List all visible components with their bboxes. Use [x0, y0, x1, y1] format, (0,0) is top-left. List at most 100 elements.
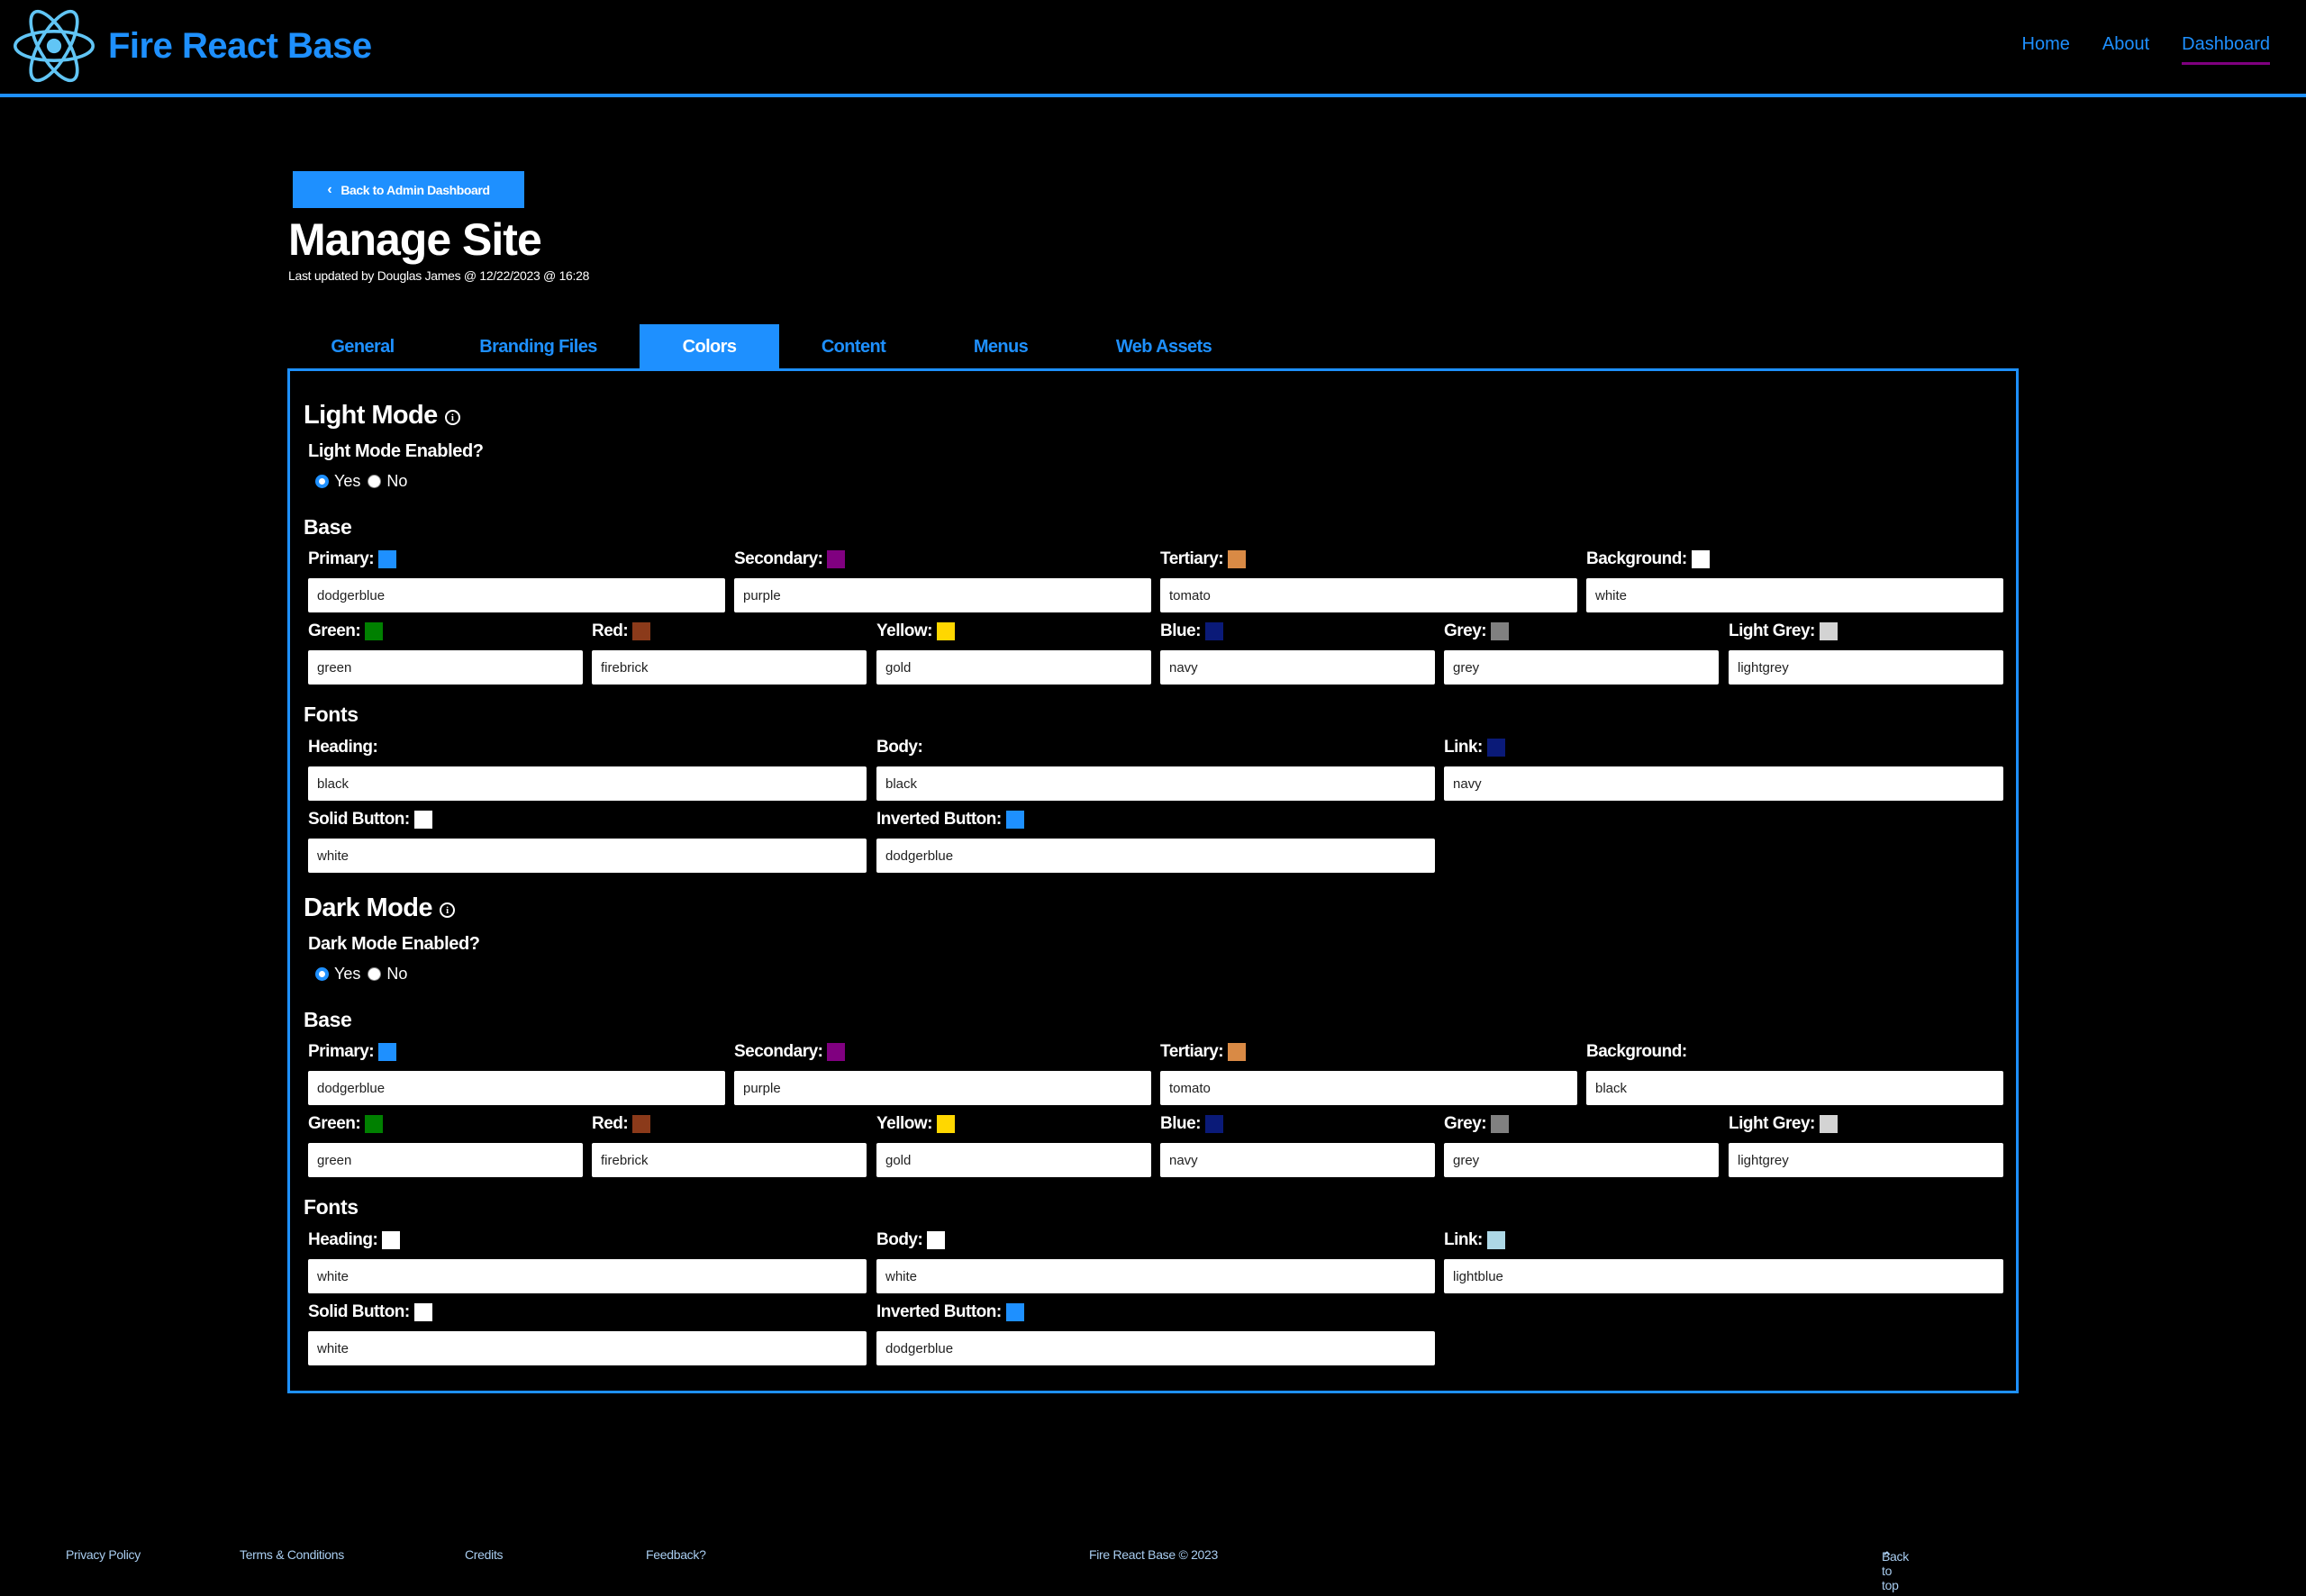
color-swatch-icon: [1491, 622, 1510, 640]
dark-mode-no-radio[interactable]: No: [368, 965, 407, 984]
tab-branding-files[interactable]: Branding Files: [437, 324, 640, 369]
brand[interactable]: Fire React Base: [9, 5, 372, 86]
color-swatch-icon: [413, 811, 432, 829]
light-background-input[interactable]: [1586, 578, 2003, 612]
field-label: Background:: [1586, 549, 1687, 568]
dark-yellow-input[interactable]: [876, 1143, 1151, 1177]
light-red-field: Red:: [592, 620, 867, 685]
light-link-font-input[interactable]: [1444, 766, 2003, 801]
light-mode-yes-radio[interactable]: Yes: [315, 472, 360, 491]
dark-lightgrey-input[interactable]: [1729, 1143, 2003, 1177]
radio-label: Yes: [334, 472, 361, 490]
footer-feedback-link[interactable]: Feedback?: [646, 1547, 706, 1562]
light-lightgrey-input[interactable]: [1729, 650, 2003, 685]
footer-terms-link[interactable]: Terms & Conditions: [240, 1547, 344, 1562]
dark-primary-field: Primary:: [308, 1040, 725, 1105]
radio-checked-icon: [315, 475, 329, 488]
field-label: Light Grey:: [1729, 621, 1815, 640]
field-label: Link:: [1444, 738, 1483, 757]
field-label: Background:: [1586, 1042, 1687, 1061]
tab-web-assets[interactable]: Web Assets: [1074, 324, 1254, 369]
light-solid-button-field: Solid Button:: [308, 808, 867, 873]
color-swatch-icon: [1819, 622, 1838, 640]
tab-general[interactable]: General: [288, 324, 437, 369]
light-mode-enabled-radio-group: Yes No: [315, 472, 414, 491]
color-swatch-icon: [413, 1303, 432, 1321]
light-heading-font-input[interactable]: [308, 766, 867, 801]
nav-about[interactable]: About: [2102, 34, 2149, 65]
field-label: Heading:: [308, 1230, 378, 1249]
light-primary-input[interactable]: [308, 578, 725, 612]
field-label: Grey:: [1444, 621, 1487, 640]
color-swatch-icon: [365, 1115, 384, 1133]
light-green-input[interactable]: [308, 650, 583, 685]
field-label: Green:: [308, 621, 361, 640]
tab-content[interactable]: Content: [779, 324, 928, 369]
light-grey-input[interactable]: [1444, 650, 1719, 685]
color-swatch-icon: [378, 1043, 397, 1061]
info-icon[interactable]: i: [439, 902, 455, 918]
light-mode-no-radio[interactable]: No: [368, 472, 407, 491]
light-inverted-button-field: Inverted Button:: [876, 808, 1435, 873]
brand-title: Fire React Base: [108, 25, 372, 66]
light-blue-field: Blue:: [1160, 620, 1435, 685]
dark-fonts-heading: Fonts: [304, 1195, 359, 1219]
page-title: Manage Site: [288, 214, 542, 265]
light-red-input[interactable]: [592, 650, 867, 685]
dark-secondary-input[interactable]: [734, 1071, 1151, 1105]
dark-body-font-input[interactable]: [876, 1259, 1435, 1293]
dark-red-input[interactable]: [592, 1143, 867, 1177]
footer-privacy-policy-link[interactable]: Privacy Policy: [66, 1547, 141, 1562]
dark-red-field: Red:: [592, 1112, 867, 1177]
light-body-font-input[interactable]: [876, 766, 1435, 801]
light-primary-field: Primary:: [308, 548, 725, 612]
dark-link-font-input[interactable]: [1444, 1259, 2003, 1293]
dark-mode-yes-radio[interactable]: Yes: [315, 965, 360, 984]
field-label: Grey:: [1444, 1114, 1487, 1133]
site-footer: Privacy Policy Terms & Conditions Credit…: [0, 1542, 2306, 1592]
light-tertiary-input[interactable]: [1160, 578, 1577, 612]
back-button-label: Back to Admin Dashboard: [340, 182, 490, 197]
dark-background-input[interactable]: [1586, 1071, 2003, 1105]
dark-primary-input[interactable]: [308, 1071, 725, 1105]
color-swatch-icon: [1691, 1043, 1710, 1061]
light-link-font-field: Link:: [1444, 736, 2003, 801]
tab-menus[interactable]: Menus: [928, 324, 1074, 369]
back-to-admin-dashboard-button[interactable]: ‹ Back to Admin Dashboard: [293, 171, 524, 208]
field-label: Red:: [592, 1114, 629, 1133]
back-to-top-link[interactable]: Back to top ⌃: [1882, 1549, 1909, 1592]
field-label: Green:: [308, 1114, 361, 1133]
dark-blue-input[interactable]: [1160, 1143, 1435, 1177]
dark-grey-input[interactable]: [1444, 1143, 1719, 1177]
dark-heading-font-input[interactable]: [308, 1259, 867, 1293]
dark-tertiary-input[interactable]: [1160, 1071, 1577, 1105]
color-swatch-icon: [632, 1115, 651, 1133]
dark-background-field: Background:: [1586, 1040, 2003, 1105]
footer-credits-link[interactable]: Credits: [465, 1547, 504, 1562]
light-secondary-field: Secondary:: [734, 548, 1151, 612]
info-icon[interactable]: i: [444, 410, 460, 425]
light-mode-title: Light Mode: [304, 401, 438, 430]
field-label: Link:: [1444, 1230, 1483, 1249]
nav-home[interactable]: Home: [2022, 34, 2070, 65]
dark-mode-enabled-label: Dark Mode Enabled?: [308, 934, 480, 954]
dark-green-input[interactable]: [308, 1143, 583, 1177]
color-swatch-icon: [936, 1115, 955, 1133]
light-solid-button-input[interactable]: [308, 839, 867, 873]
color-swatch-icon: [827, 1043, 846, 1061]
nav-dashboard[interactable]: Dashboard: [2182, 34, 2270, 65]
light-secondary-input[interactable]: [734, 578, 1151, 612]
tab-colors[interactable]: Colors: [640, 324, 779, 369]
light-yellow-input[interactable]: [876, 650, 1151, 685]
light-base-heading: Base: [304, 515, 352, 539]
dark-solid-button-input[interactable]: [308, 1331, 867, 1365]
dark-solid-button-field: Solid Button:: [308, 1301, 867, 1365]
light-inverted-button-input[interactable]: [876, 839, 1435, 873]
dark-inverted-button-input[interactable]: [876, 1331, 1435, 1365]
color-swatch-icon: [1819, 1115, 1838, 1133]
light-blue-input[interactable]: [1160, 650, 1435, 685]
color-swatch-icon: [365, 622, 384, 640]
light-background-field: Background:: [1586, 548, 2003, 612]
dark-tertiary-field: Tertiary:: [1160, 1040, 1577, 1105]
field-label: Yellow:: [876, 1114, 932, 1133]
